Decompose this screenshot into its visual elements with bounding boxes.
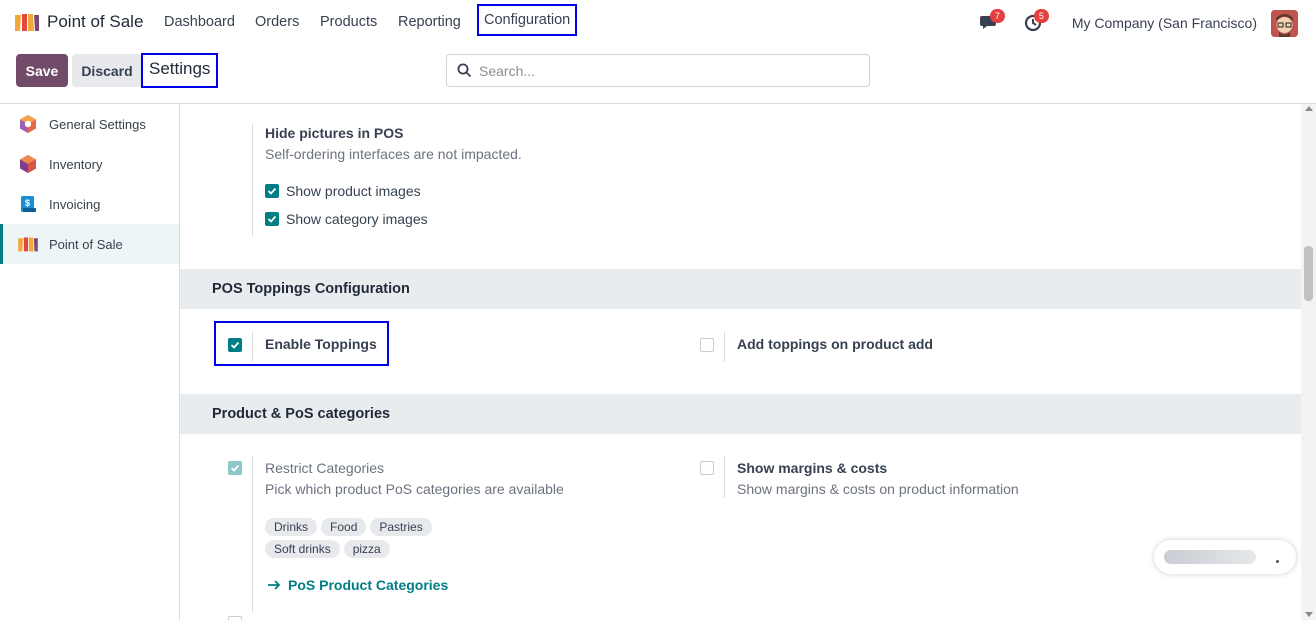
restrict-categories-desc: Pick which product PoS categories are av…: [265, 481, 564, 497]
checkmark-icon: [267, 215, 277, 223]
sidebar-item-general-settings[interactable]: General Settings: [0, 104, 179, 144]
checkmark-icon: [267, 187, 277, 195]
search-icon: [457, 63, 472, 78]
app-brand[interactable]: Point of Sale: [14, 11, 143, 33]
app-title: Point of Sale: [47, 12, 144, 31]
show-product-images-checkbox[interactable]: [265, 184, 279, 198]
content-scrollbar[interactable]: [1301, 104, 1316, 620]
sidebar-item-inventory[interactable]: Inventory: [0, 144, 179, 184]
menu-orders[interactable]: Orders: [255, 14, 299, 30]
messages-button[interactable]: 7: [974, 8, 1005, 38]
toppings-section-header: POS Toppings Configuration: [180, 269, 1301, 309]
scroll-thumb[interactable]: [1304, 246, 1313, 301]
search-input[interactable]: [479, 60, 859, 82]
add-toppings-label: Add toppings on product add: [737, 336, 933, 352]
tag-drinks[interactable]: Drinks: [265, 518, 318, 536]
dot-icon: [1276, 560, 1279, 563]
user-avatar[interactable]: [1271, 9, 1298, 37]
scroll-up-arrow-icon[interactable]: [1305, 106, 1313, 111]
settings-sidebar: General Settings Inventory $ Invoicing P…: [0, 104, 180, 620]
sidebar-item-label: Point of Sale: [49, 236, 123, 252]
hide-pictures-title: Hide pictures in POS: [265, 125, 404, 141]
restrict-categories-checkbox[interactable]: [228, 461, 242, 475]
show-category-images-option[interactable]: Show category images: [265, 211, 428, 227]
enable-toppings-checkbox[interactable]: [228, 338, 242, 352]
menu-dashboard[interactable]: Dashboard: [164, 14, 235, 30]
show-margins-checkbox[interactable]: [700, 461, 714, 475]
activities-count-badge: 5: [1033, 9, 1049, 23]
pos-product-categories-link[interactable]: PoS Product Categories: [267, 577, 448, 593]
sidebar-item-label: Invoicing: [49, 196, 101, 212]
activities-button[interactable]: 5: [1018, 8, 1049, 38]
point-of-sale-logo-icon: [15, 14, 39, 31]
setting-divider: [724, 332, 725, 362]
menu-reporting[interactable]: Reporting: [398, 14, 461, 30]
categories-section-title: Product & PoS categories: [212, 406, 391, 422]
general-settings-icon: [17, 113, 39, 135]
categories-section-header: Product & PoS categories: [180, 394, 1301, 434]
sidebar-item-point-of-sale[interactable]: Point of Sale: [0, 224, 179, 264]
toppings-section-title: POS Toppings Configuration: [212, 281, 410, 297]
show-margins-desc: Show margins & costs on product informat…: [737, 481, 1019, 497]
point-of-sale-icon: [17, 233, 39, 255]
avatar-face-icon: [1271, 9, 1298, 37]
show-category-images-label: Show category images: [286, 211, 428, 227]
systray: 7 5 My Company (San Francisco): [974, 8, 1298, 38]
tag-food[interactable]: Food: [321, 518, 367, 536]
setting-divider: [252, 332, 253, 362]
sidebar-item-label: Inventory: [49, 156, 103, 172]
hide-pictures-desc: Self-ordering interfaces are not impacte…: [265, 146, 522, 162]
setting-divider: [252, 456, 253, 612]
svg-text:$: $: [25, 198, 30, 208]
restrict-categories-title: Restrict Categories: [265, 460, 385, 476]
tag-pizza[interactable]: pizza: [343, 540, 390, 558]
tag-soft-drinks[interactable]: Soft drinks: [265, 540, 340, 558]
breadcrumb: Settings: [140, 53, 219, 88]
settings-content: Hide pictures in POS Self-ordering inter…: [180, 104, 1301, 620]
menu-products[interactable]: Products: [320, 14, 377, 30]
arrow-right-icon: [268, 580, 281, 590]
messages-count-badge: 7: [989, 9, 1005, 23]
top-navbar: Point of Sale Dashboard Orders Products …: [0, 0, 1316, 46]
next-setting-checkbox[interactable]: [228, 616, 242, 620]
tag-pastries[interactable]: Pastries: [370, 518, 432, 536]
floating-widget[interactable]: [1154, 540, 1296, 574]
category-tags: Drinks Food Pastries Soft drinks pizza: [265, 518, 465, 558]
enable-toppings-label: Enable Toppings: [265, 336, 377, 352]
control-panel: Save Discard Settings: [0, 46, 1316, 104]
checkmark-icon: [230, 341, 240, 349]
company-switcher[interactable]: My Company (San Francisco): [1072, 15, 1257, 31]
blurred-content: [1164, 550, 1256, 564]
add-toppings-checkbox[interactable]: [700, 338, 714, 352]
sidebar-item-label: General Settings: [49, 116, 146, 132]
menu-configuration[interactable]: Configuration: [476, 4, 578, 36]
inventory-icon: [17, 153, 39, 175]
scroll-down-arrow-icon[interactable]: [1305, 612, 1313, 617]
invoicing-icon: $: [17, 193, 39, 215]
save-button[interactable]: Save: [16, 54, 68, 87]
sidebar-item-invoicing[interactable]: $ Invoicing: [0, 184, 179, 224]
discard-button[interactable]: Discard: [72, 54, 142, 87]
show-product-images-option[interactable]: Show product images: [265, 183, 421, 199]
setting-divider: [252, 124, 253, 236]
show-product-images-label: Show product images: [286, 183, 421, 199]
checkmark-icon: [230, 464, 240, 472]
setting-divider: [724, 456, 725, 498]
pos-product-categories-label: PoS Product Categories: [288, 577, 449, 593]
show-margins-title: Show margins & costs: [737, 460, 888, 476]
show-category-images-checkbox[interactable]: [265, 212, 279, 226]
search-box[interactable]: [446, 54, 870, 87]
